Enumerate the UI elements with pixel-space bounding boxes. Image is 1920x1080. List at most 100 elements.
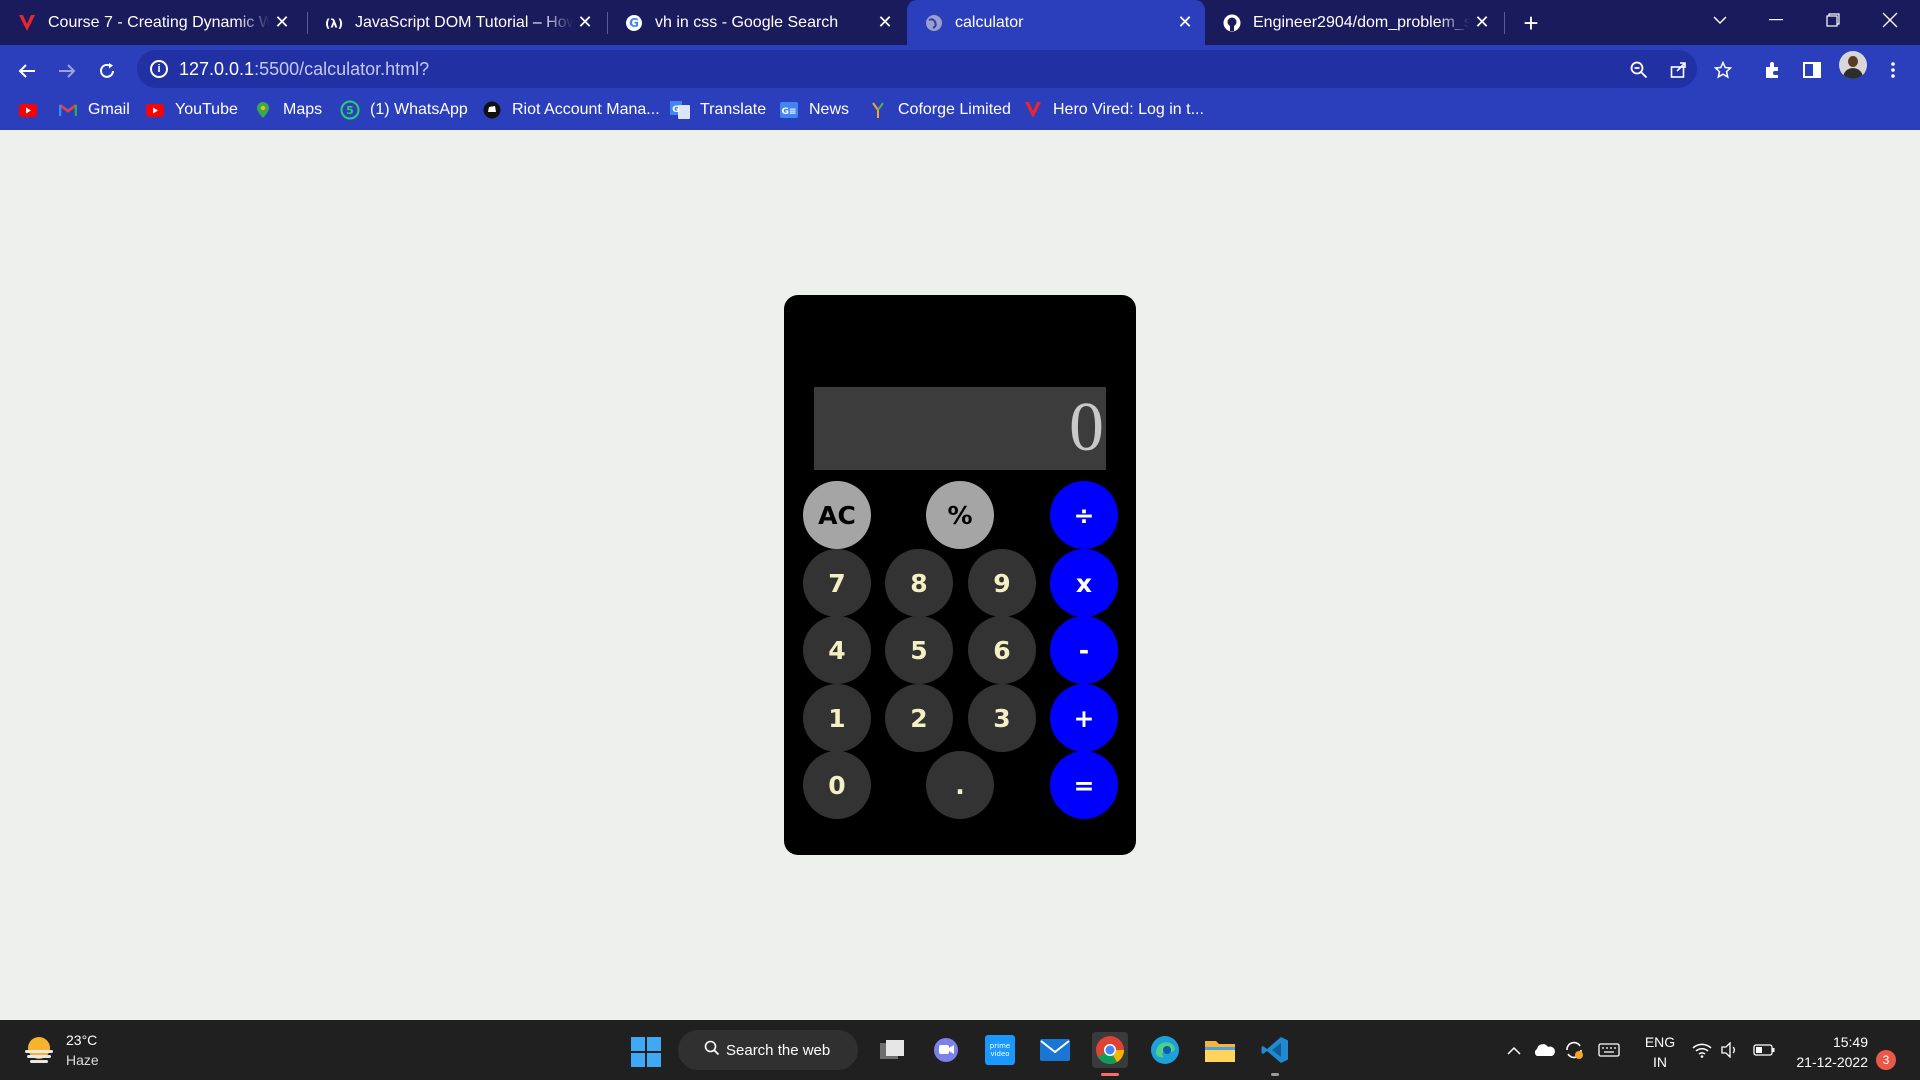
prime-video-icon[interactable]: prime video	[982, 1032, 1018, 1068]
url-text[interactable]: 127.0.0.1:5500/calculator.html?	[179, 59, 429, 80]
url-path: :5500/calculator.html?	[254, 59, 430, 79]
tab-search-button[interactable]	[1692, 0, 1748, 40]
svg-text:G: G	[629, 16, 639, 30]
google-icon: G	[625, 14, 643, 32]
volume-icon[interactable]	[1716, 1020, 1744, 1080]
share-icon[interactable]	[1667, 58, 1691, 82]
six-button[interactable]: 6	[968, 616, 1036, 684]
bookmark-hero-vired[interactable]: Hero Vired: Log in t...	[1023, 94, 1204, 126]
bookmark-gmail[interactable]: Gmail	[58, 94, 130, 126]
nine-button[interactable]: 9	[968, 549, 1036, 617]
task-view-icon[interactable]	[874, 1032, 910, 1068]
bookmark-coforge[interactable]: Coforge Limited	[868, 94, 1011, 126]
bookmark-riot[interactable]: Riot Account Mana...	[482, 94, 660, 126]
tab-calculator[interactable]: calculator ✕	[907, 0, 1205, 45]
bookmark-label: Riot Account Mana...	[512, 101, 660, 118]
three-button[interactable]: 3	[968, 684, 1036, 752]
taskbar-search[interactable]: Search the web	[678, 1030, 858, 1070]
close-icon[interactable]: ✕	[873, 11, 897, 35]
menu-kebab-icon[interactable]	[1878, 55, 1908, 85]
close-icon[interactable]: ✕	[573, 11, 597, 35]
plus-button[interactable]: +	[1050, 684, 1118, 752]
maps-icon	[253, 100, 273, 120]
zero-button[interactable]: 0	[803, 751, 871, 819]
tab-google-search[interactable]: G vh in css - Google Search ✕	[607, 0, 905, 45]
address-bar[interactable]: i 127.0.0.1:5500/calculator.html?	[137, 50, 1697, 88]
extensions-icon[interactable]	[1757, 55, 1787, 85]
bookmark-maps[interactable]: Maps	[253, 94, 322, 126]
edge-icon[interactable]	[1147, 1032, 1183, 1068]
decimal-button[interactable]: .	[926, 751, 994, 819]
side-panel-icon[interactable]	[1797, 55, 1827, 85]
multiply-button[interactable]: x	[1050, 549, 1118, 617]
vired-icon	[1023, 100, 1043, 120]
info-icon[interactable]: i	[150, 60, 168, 78]
notification-badge[interactable]: 3	[1876, 1050, 1896, 1070]
show-hidden-icons-button[interactable]	[1500, 1020, 1528, 1080]
equals-button[interactable]: =	[1050, 751, 1118, 819]
five-button[interactable]: 5	[885, 616, 953, 684]
close-icon[interactable]: ✕	[1173, 11, 1197, 35]
language-code: ENG	[1644, 1034, 1676, 1050]
wifi-icon[interactable]	[1688, 1020, 1716, 1080]
minus-button[interactable]: -	[1050, 616, 1118, 684]
tab-dom-tutorial[interactable]: (λ) JavaScript DOM Tutorial – How to ✕	[307, 0, 605, 45]
battery-icon[interactable]	[1750, 1020, 1778, 1080]
two-button[interactable]: 2	[885, 684, 953, 752]
vscode-icon[interactable]	[1257, 1032, 1293, 1076]
chrome-icon[interactable]	[1092, 1032, 1128, 1076]
new-tab-button[interactable]: +	[1516, 8, 1546, 38]
teams-chat-icon[interactable]	[928, 1032, 964, 1068]
tab-strip: Course 7 - Creating Dynamic Web ✕ (λ) Ja…	[0, 0, 1920, 45]
one-button[interactable]: 1	[803, 684, 871, 752]
avatar-body	[1843, 68, 1863, 79]
tab-github[interactable]: Engineer2904/dom_problem_stat ✕	[1205, 0, 1502, 45]
zoom-icon[interactable]	[1627, 58, 1651, 82]
tab-title: vh in css - Google Search	[655, 13, 839, 31]
weather-description: Haze	[66, 1052, 99, 1068]
bookmark-label: Gmail	[88, 101, 130, 118]
bookmark-label: Coforge Limited	[898, 101, 1011, 118]
sync-icon[interactable]	[1560, 1020, 1588, 1080]
language-indicator[interactable]: ENG IN	[1640, 1032, 1680, 1072]
search-label: Search the web	[726, 1041, 831, 1059]
file-explorer-icon[interactable]	[1202, 1032, 1238, 1068]
tab-course7[interactable]: Course 7 - Creating Dynamic Web ✕	[0, 0, 302, 45]
back-button[interactable]	[9, 53, 45, 89]
ac-button[interactable]: AC	[803, 481, 871, 549]
windows-start-icon[interactable]	[631, 1037, 661, 1067]
bookmark-translate[interactable]: G Translate	[670, 94, 766, 126]
seven-button[interactable]: 7	[803, 549, 871, 617]
forward-button[interactable]	[49, 53, 85, 89]
avatar[interactable]	[1839, 51, 1867, 79]
avatar-head	[1848, 56, 1858, 67]
bookmark-youtube[interactable]: YouTube	[145, 94, 238, 126]
bookmark-youtube-shortcut[interactable]	[18, 94, 48, 126]
taskbar: 23°C Haze Search the web prime video ENG…	[0, 1020, 1920, 1080]
keyboard-icon[interactable]	[1594, 1020, 1624, 1080]
svg-text:video: video	[990, 1050, 1009, 1058]
close-icon[interactable]: ✕	[1470, 11, 1494, 35]
bookmark-news[interactable]: G≡ News	[779, 94, 849, 126]
bookmark-star-icon[interactable]	[1708, 55, 1738, 85]
system-clock[interactable]: 15:49 21-12-2022	[1788, 1032, 1868, 1072]
restore-button[interactable]	[1805, 0, 1861, 40]
svg-text:prime: prime	[990, 1042, 1010, 1050]
mail-icon[interactable]	[1037, 1032, 1073, 1068]
arrow-left-icon	[18, 64, 35, 78]
bookmark-label: Maps	[283, 101, 323, 118]
four-button[interactable]: 4	[803, 616, 871, 684]
calculator-display: 0	[814, 387, 1106, 470]
divide-button[interactable]: ÷	[1050, 481, 1118, 549]
minimize-button[interactable]	[1748, 0, 1804, 40]
eight-button[interactable]: 8	[885, 549, 953, 617]
reload-button[interactable]	[89, 53, 125, 89]
weather-widget[interactable]: 23°C Haze	[22, 1030, 99, 1070]
clock-date: 21-12-2022	[1796, 1054, 1868, 1070]
close-window-button[interactable]	[1862, 0, 1918, 40]
onedrive-icon[interactable]	[1530, 1020, 1558, 1080]
percent-button[interactable]: %	[926, 481, 994, 549]
close-icon[interactable]: ✕	[270, 11, 294, 35]
bookmark-whatsapp[interactable]: 5 (1) WhatsApp	[340, 94, 468, 126]
chevron-down-icon	[1713, 16, 1727, 25]
